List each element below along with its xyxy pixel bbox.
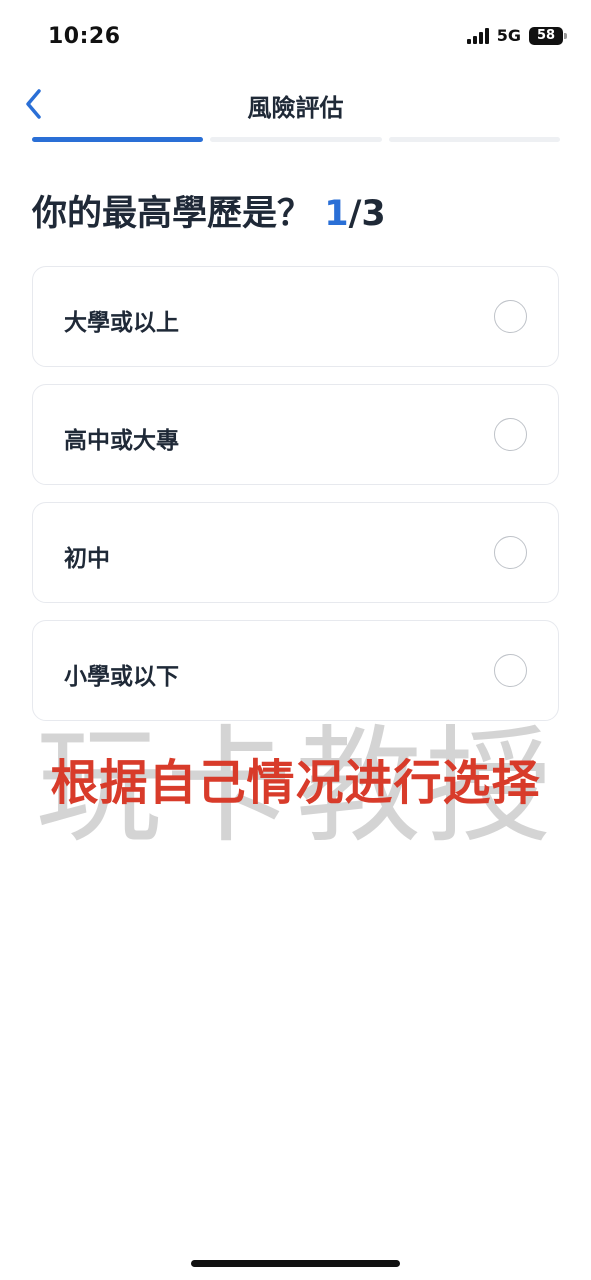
question-step-total: /3 <box>348 194 386 234</box>
status-time: 10:26 <box>48 24 121 49</box>
instruction-caption: 根据自己情况进行选择 <box>50 755 541 811</box>
radio-button[interactable] <box>494 300 527 333</box>
option-label: 小學或以下 <box>64 664 179 690</box>
page-title: 風險評估 <box>247 94 344 122</box>
signal-icon <box>466 27 489 44</box>
option-card[interactable]: 小學或以下 <box>32 620 559 721</box>
status-indicators: 5G 58 <box>466 26 567 45</box>
option-card[interactable]: 高中或大專 <box>32 384 559 485</box>
progress-segment-1 <box>32 137 204 142</box>
radio-button[interactable] <box>494 536 527 569</box>
option-label: 高中或大專 <box>64 428 179 454</box>
answer-options: 大學或以上 高中或大專 初中 小學或以下 <box>32 266 559 738</box>
progress-segment-3 <box>388 137 560 142</box>
nav-header: 風險評估 <box>0 80 591 130</box>
question-title: 你的最高學歷是？ 1/3 <box>32 185 386 236</box>
option-card[interactable]: 初中 <box>32 502 559 603</box>
question-text: 你的最高學歷是？ <box>32 194 313 234</box>
battery-level: 58 <box>536 28 556 43</box>
progress-segment-2 <box>210 137 382 142</box>
network-type: 5G <box>496 26 521 45</box>
question-step-current: 1 <box>324 194 349 234</box>
battery-icon: 58 <box>529 26 567 45</box>
radio-button[interactable] <box>494 418 527 451</box>
option-label: 大學或以上 <box>64 310 179 336</box>
status-bar: 10:26 5G 58 <box>0 0 591 70</box>
radio-button[interactable] <box>494 654 527 687</box>
option-card[interactable]: 大學或以上 <box>32 266 559 367</box>
option-label: 初中 <box>64 546 110 572</box>
home-indicator[interactable] <box>191 1260 400 1267</box>
progress-bar <box>32 137 560 142</box>
